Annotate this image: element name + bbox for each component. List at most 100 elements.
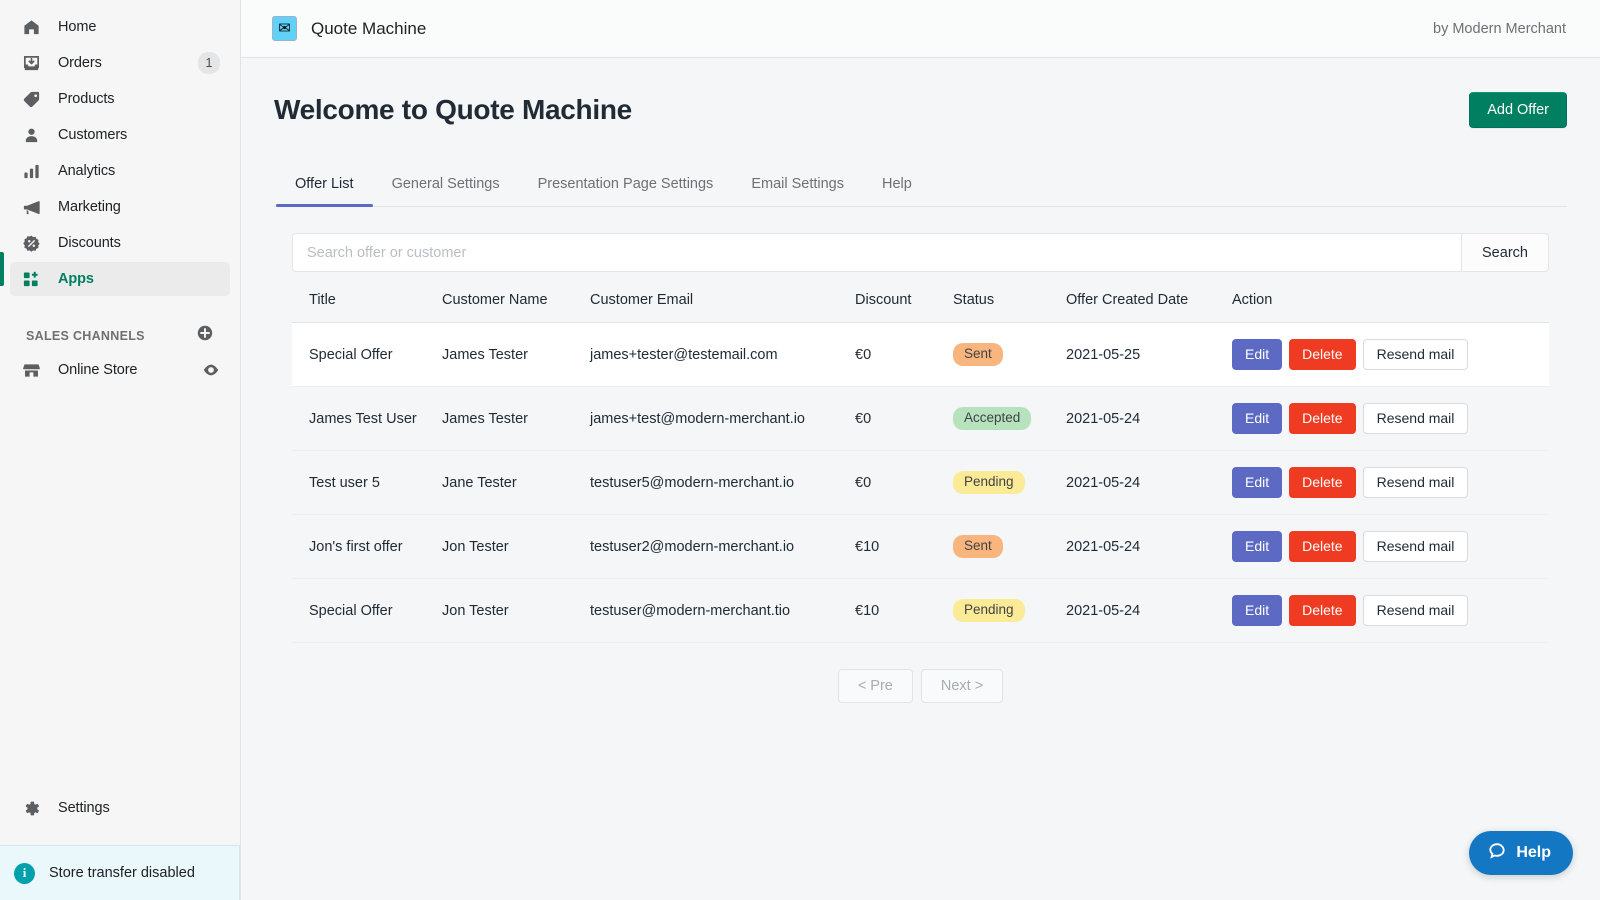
sidebar-item-label: Settings xyxy=(58,800,110,816)
tab-email-settings[interactable]: Email Settings xyxy=(732,166,863,206)
sidebar-item-orders[interactable]: Orders 1 xyxy=(10,46,230,80)
cell-title: Jon's first offer xyxy=(292,514,442,579)
sidebar-item-label: Orders xyxy=(58,55,102,71)
cell-title: Test user 5 xyxy=(292,450,442,515)
status-badge: Accepted xyxy=(953,407,1032,430)
discount-icon xyxy=(22,234,41,253)
page-content: Welcome to Quote Machine Add Offer Offer… xyxy=(241,58,1600,900)
add-offer-button[interactable]: Add Offer xyxy=(1469,92,1567,128)
search-button[interactable]: Search xyxy=(1461,233,1549,272)
secondary-nav: Settings xyxy=(0,791,240,827)
cell-discount: €10 xyxy=(855,578,953,643)
pagination-next-button[interactable]: Next > xyxy=(920,669,1004,703)
cell-status: Sent xyxy=(953,322,1066,387)
edit-button[interactable]: Edit xyxy=(1232,402,1283,435)
table-row: Jon's first offer Jon Tester testuser2@mod… xyxy=(292,514,1549,579)
resend-mail-button[interactable]: Resend mail xyxy=(1362,402,1469,435)
offers-table: Title Customer Name Customer Email Disco… xyxy=(292,280,1549,643)
eye-icon[interactable] xyxy=(202,361,220,379)
column-header-action: Action xyxy=(1232,280,1549,323)
row-actions: Edit Delete Resend mail xyxy=(1232,594,1549,627)
pagination-prev-button[interactable]: < Pre xyxy=(837,669,913,703)
sidebar-item-apps[interactable]: Apps xyxy=(10,262,230,296)
table-row: James Test User James Tester james+test@mo… xyxy=(292,386,1549,451)
status-badge: Pending xyxy=(953,471,1025,494)
cell-customer-name: James Tester xyxy=(442,322,590,387)
search-row: Search xyxy=(292,233,1549,272)
cell-customer-name: James Tester xyxy=(442,386,590,451)
apps-icon xyxy=(22,270,41,289)
sidebar: Home Orders 1 Products Customers Analyti… xyxy=(0,0,241,900)
help-button-label: Help xyxy=(1516,844,1551,861)
sidebar-item-discounts[interactable]: Discounts xyxy=(10,226,230,260)
search-input[interactable] xyxy=(292,233,1461,272)
tab-offer-list[interactable]: Offer List xyxy=(276,166,373,207)
cell-customer-name: Jane Tester xyxy=(442,450,590,515)
offers-table-body: Special Offer James Tester james+tester@te… xyxy=(292,322,1549,643)
sidebar-item-analytics[interactable]: Analytics xyxy=(10,154,230,188)
column-header-discount: Discount xyxy=(855,280,953,323)
row-actions: Edit Delete Resend mail xyxy=(1232,402,1549,435)
primary-nav: Home Orders 1 Products Customers Analyti… xyxy=(0,0,240,389)
cell-created-date: 2021-05-24 xyxy=(1066,386,1232,451)
plus-circle-icon[interactable] xyxy=(196,324,214,347)
resend-mail-button[interactable]: Resend mail xyxy=(1362,594,1469,627)
tab-bar: Offer List General Settings Presentation… xyxy=(274,166,1567,207)
sidebar-item-settings[interactable]: Settings xyxy=(10,791,230,825)
delete-button[interactable]: Delete xyxy=(1289,594,1356,627)
delete-button[interactable]: Delete xyxy=(1289,338,1356,371)
cell-customer-email: james+tester@testemail.com xyxy=(590,322,855,387)
sidebar-item-marketing[interactable]: Marketing xyxy=(10,190,230,224)
cell-title: Special Offer xyxy=(292,322,442,387)
cell-created-date: 2021-05-24 xyxy=(1066,514,1232,579)
table-row: Special Offer Jon Tester testuser@modern-m… xyxy=(292,578,1549,643)
store-transfer-banner: i Store transfer disabled xyxy=(0,845,240,900)
envelope-icon: ✉ xyxy=(272,16,297,41)
tab-general-settings[interactable]: General Settings xyxy=(373,166,519,206)
sidebar-item-online-store[interactable]: Online Store xyxy=(10,353,230,387)
delete-button[interactable]: Delete xyxy=(1289,402,1356,435)
cell-customer-email: testuser5@modern-merchant.io xyxy=(590,450,855,515)
cell-discount: €10 xyxy=(855,514,953,579)
cell-customer-name: Jon Tester xyxy=(442,578,590,643)
gear-icon xyxy=(22,799,41,818)
cell-created-date: 2021-05-24 xyxy=(1066,450,1232,515)
cell-title: James Test User xyxy=(292,386,442,451)
edit-button[interactable]: Edit xyxy=(1232,466,1283,499)
sales-channels-title: SALES CHANNELS xyxy=(26,328,145,343)
active-accent-bar xyxy=(0,252,4,286)
sidebar-item-label: Analytics xyxy=(58,163,116,179)
sidebar-item-home[interactable]: Home xyxy=(10,10,230,44)
sidebar-item-label: Customers xyxy=(58,127,128,143)
megaphone-icon xyxy=(22,198,41,217)
table-row: Special Offer James Tester james+tester@te… xyxy=(292,322,1549,387)
store-transfer-banner-text: Store transfer disabled xyxy=(49,865,195,881)
offer-list-panel: Search Title Customer Name Customer Emai… xyxy=(274,207,1567,703)
edit-button[interactable]: Edit xyxy=(1232,594,1283,627)
tab-help[interactable]: Help xyxy=(863,166,931,206)
tab-presentation-page-settings[interactable]: Presentation Page Settings xyxy=(519,166,733,206)
app-author: by Modern Merchant xyxy=(1433,20,1566,37)
edit-button[interactable]: Edit xyxy=(1232,530,1283,563)
sidebar-item-customers[interactable]: Customers xyxy=(10,118,230,152)
sidebar-item-label: Products xyxy=(58,91,115,107)
resend-mail-button[interactable]: Resend mail xyxy=(1362,466,1469,499)
cell-customer-email: james+test@modern-merchant.io xyxy=(590,386,855,451)
resend-mail-button[interactable]: Resend mail xyxy=(1362,530,1469,563)
offers-table-head: Title Customer Name Customer Email Disco… xyxy=(292,280,1549,323)
help-button[interactable]: Help xyxy=(1469,831,1573,875)
tag-icon xyxy=(22,90,41,109)
delete-button[interactable]: Delete xyxy=(1289,466,1356,499)
cell-action: Edit Delete Resend mail xyxy=(1232,514,1549,579)
cell-status: Pending xyxy=(953,578,1066,643)
resend-mail-button[interactable]: Resend mail xyxy=(1362,338,1469,371)
cell-action: Edit Delete Resend mail xyxy=(1232,578,1549,643)
row-actions: Edit Delete Resend mail xyxy=(1232,338,1549,371)
sales-channels-header: SALES CHANNELS xyxy=(10,306,230,353)
sidebar-item-label: Home xyxy=(58,19,97,35)
sidebar-item-products[interactable]: Products xyxy=(10,82,230,116)
delete-button[interactable]: Delete xyxy=(1289,530,1356,563)
edit-button[interactable]: Edit xyxy=(1232,338,1283,371)
sidebar-item-label: Apps xyxy=(58,271,94,287)
main-area: ✉ Quote Machine by Modern Merchant Welco… xyxy=(241,0,1600,900)
